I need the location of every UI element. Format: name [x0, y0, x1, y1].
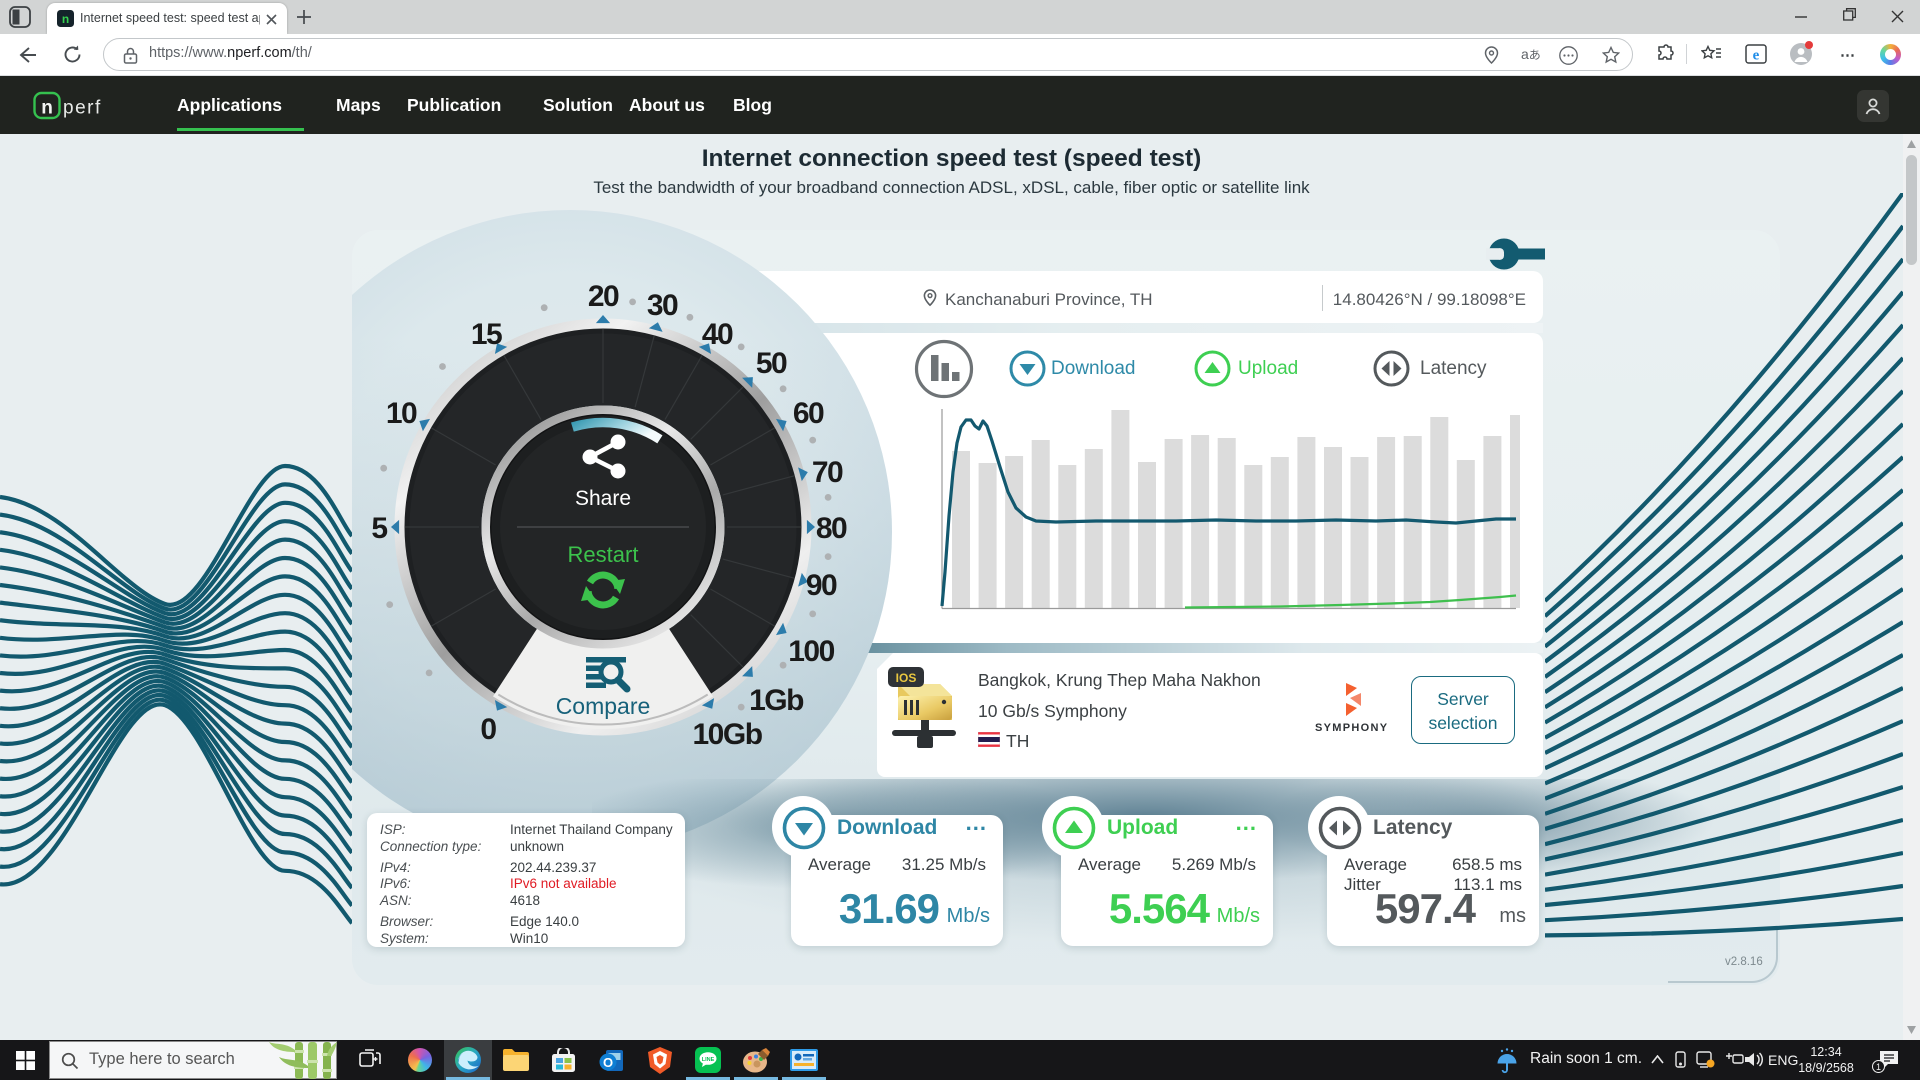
svg-text:70: 70: [812, 456, 843, 489]
svg-text:n: n: [41, 98, 53, 119]
svg-text:1Gb: 1Gb: [749, 684, 804, 717]
svg-text:15: 15: [471, 318, 502, 351]
svg-text:5: 5: [371, 512, 387, 545]
svg-text:n: n: [62, 12, 69, 26]
svg-text:0: 0: [480, 713, 496, 746]
svg-text:100: 100: [788, 635, 834, 668]
svg-text:20: 20: [588, 280, 619, 313]
svg-text:50: 50: [756, 347, 787, 380]
svg-text:O: O: [603, 1055, 613, 1070]
svg-text:60: 60: [793, 397, 824, 430]
svg-text:Compare: Compare: [556, 693, 651, 719]
svg-text:10: 10: [386, 397, 417, 430]
svg-text:40: 40: [702, 318, 733, 351]
svg-text:perf: perf: [63, 98, 102, 119]
svg-text:LINE: LINE: [702, 1057, 715, 1063]
svg-text:e: e: [1753, 48, 1760, 64]
svg-text:Restart: Restart: [568, 542, 639, 567]
svg-text:30: 30: [647, 289, 678, 322]
svg-text:10Gb: 10Gb: [692, 718, 762, 751]
svg-text:80: 80: [816, 512, 847, 545]
svg-text:90: 90: [806, 569, 837, 602]
svg-text:Share: Share: [575, 487, 631, 510]
